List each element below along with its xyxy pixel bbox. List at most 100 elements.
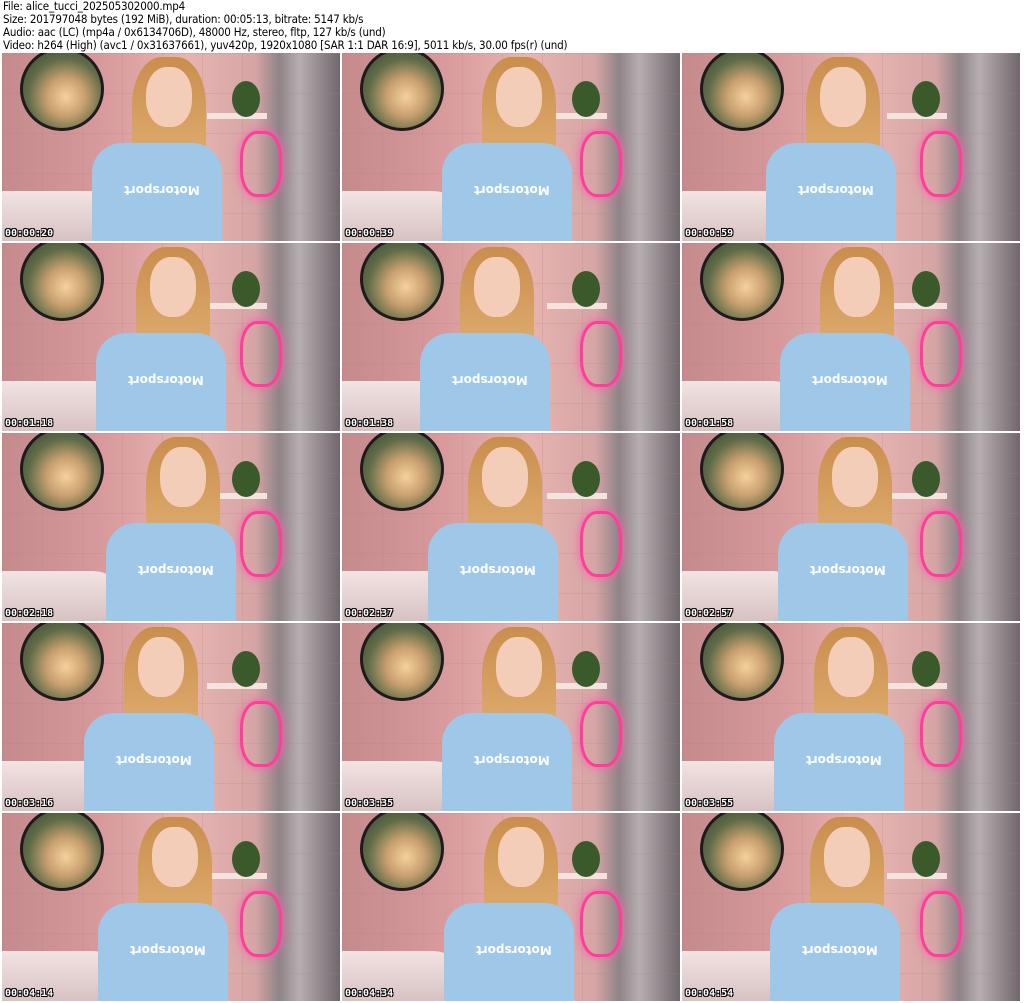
neon-sign <box>240 321 282 387</box>
plant <box>912 81 940 117</box>
timestamp: 00:01:38 <box>345 418 394 429</box>
video-thumbnail: Motorsport 00:02:18 <box>2 433 340 621</box>
person-shirt: Motorsport <box>442 143 572 241</box>
person-face <box>496 637 542 697</box>
plant <box>912 651 940 687</box>
person-face <box>828 637 874 697</box>
plant <box>232 81 260 117</box>
timestamp: 00:03:35 <box>345 798 394 809</box>
shelf <box>887 683 947 689</box>
person-shirt: Motorsport <box>770 903 900 1001</box>
video-thumbnail: Motorsport 00:01:18 <box>2 243 340 431</box>
video-thumbnail: Motorsport 00:03:16 <box>2 623 340 811</box>
shirt-print: Motorsport <box>798 183 874 197</box>
person-face <box>150 257 196 317</box>
shelf <box>547 303 607 309</box>
shelf <box>207 873 267 879</box>
timestamp: 00:02:37 <box>345 608 394 619</box>
neon-sign <box>580 321 622 387</box>
neon-sign <box>580 891 622 957</box>
plant <box>572 841 600 877</box>
person-face <box>498 827 544 887</box>
neon-sign <box>240 701 282 767</box>
person-shirt: Motorsport <box>766 143 896 241</box>
video-thumbnail: Motorsport 00:03:35 <box>342 623 680 811</box>
timestamp: 00:03:55 <box>685 798 734 809</box>
shelf <box>547 493 607 499</box>
video-thumbnail: Motorsport 00:01:38 <box>342 243 680 431</box>
person-face <box>146 67 192 127</box>
person-face <box>496 67 542 127</box>
plant <box>572 271 600 307</box>
shelf <box>887 873 947 879</box>
person-shirt: Motorsport <box>428 523 558 621</box>
person-face <box>824 827 870 887</box>
video-thumbnail: Motorsport 00:02:37 <box>342 433 680 621</box>
video-info: Video: h264 (High) (avc1 / 0x31637661), … <box>3 38 568 52</box>
timestamp: 00:00:59 <box>685 228 734 239</box>
neon-sign <box>240 891 282 957</box>
neon-sign <box>240 131 282 197</box>
shelf <box>547 683 607 689</box>
shelf <box>207 113 267 119</box>
shirt-print: Motorsport <box>128 373 204 387</box>
person-face <box>832 447 878 507</box>
shirt-print: Motorsport <box>138 563 214 577</box>
person-face <box>482 447 528 507</box>
shirt-print: Motorsport <box>806 753 882 767</box>
timestamp: 00:01:58 <box>685 418 734 429</box>
shirt-print: Motorsport <box>476 943 552 957</box>
video-thumbnail: Motorsport 00:03:55 <box>682 623 1020 811</box>
plant <box>912 841 940 877</box>
video-thumbnail: Motorsport 00:04:14 <box>2 813 340 1001</box>
neon-sign <box>920 701 962 767</box>
neon-sign <box>240 511 282 577</box>
shirt-print: Motorsport <box>812 373 888 387</box>
person-shirt: Motorsport <box>84 713 214 811</box>
plant <box>572 461 600 497</box>
person-face <box>152 827 198 887</box>
timestamp: 00:02:57 <box>685 608 734 619</box>
person-face <box>138 637 184 697</box>
person-face <box>160 447 206 507</box>
file-info-header: File: alice_tucci_202505302000.mp4 Size:… <box>3 0 568 52</box>
plant <box>912 271 940 307</box>
timestamp: 00:00:39 <box>345 228 394 239</box>
plant <box>232 651 260 687</box>
neon-sign <box>920 511 962 577</box>
video-thumbnail: Motorsport 00:02:57 <box>682 433 1020 621</box>
shirt-print: Motorsport <box>124 183 200 197</box>
person-shirt: Motorsport <box>98 903 228 1001</box>
timestamp: 00:02:18 <box>5 608 54 619</box>
timestamp: 00:04:34 <box>345 988 394 999</box>
shirt-print: Motorsport <box>130 943 206 957</box>
shirt-print: Motorsport <box>802 943 878 957</box>
plant <box>232 271 260 307</box>
video-thumbnail: Motorsport 00:00:59 <box>682 53 1020 241</box>
shelf <box>207 303 267 309</box>
person-shirt: Motorsport <box>774 713 904 811</box>
plant <box>572 651 600 687</box>
neon-sign <box>580 511 622 577</box>
video-thumbnail: Motorsport 00:04:34 <box>342 813 680 1001</box>
shelf <box>887 303 947 309</box>
shelf <box>887 493 947 499</box>
person-face <box>820 67 866 127</box>
shirt-print: Motorsport <box>810 563 886 577</box>
shelf <box>887 113 947 119</box>
timestamp: 00:04:14 <box>5 988 54 999</box>
plant <box>232 841 260 877</box>
person-shirt: Motorsport <box>780 333 910 431</box>
neon-sign <box>580 131 622 197</box>
shirt-print: Motorsport <box>460 563 536 577</box>
shirt-print: Motorsport <box>452 373 528 387</box>
person-face <box>474 257 520 317</box>
video-thumbnail: Motorsport 00:01:58 <box>682 243 1020 431</box>
timestamp: 00:03:16 <box>5 798 54 809</box>
neon-sign <box>920 891 962 957</box>
plant <box>912 461 940 497</box>
timestamp: 00:01:18 <box>5 418 54 429</box>
video-thumbnail: Motorsport 00:00:20 <box>2 53 340 241</box>
timestamp: 00:04:54 <box>685 988 734 999</box>
timestamp: 00:00:20 <box>5 228 54 239</box>
